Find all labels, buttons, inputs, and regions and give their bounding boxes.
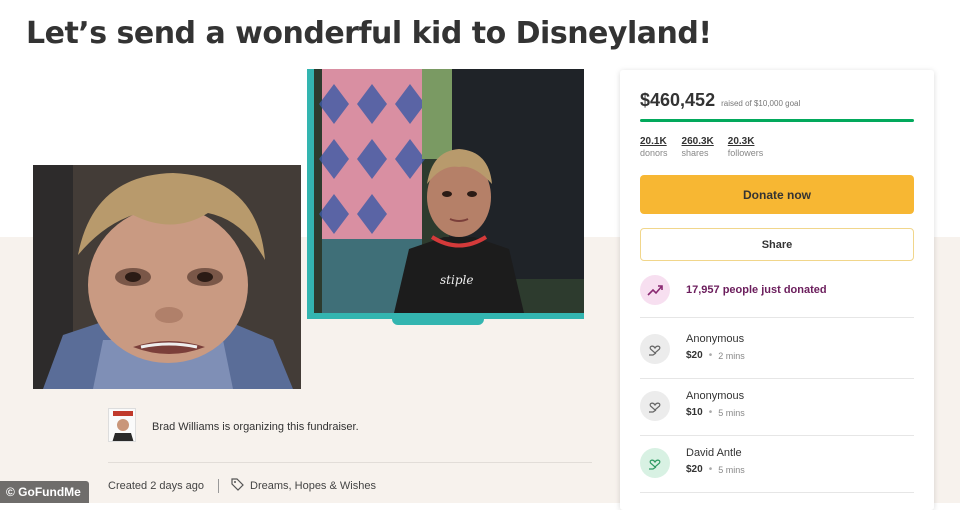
donation-item: Anonymous $20 • 2 mins: [640, 333, 745, 364]
organizer-avatar[interactable]: [108, 408, 136, 442]
donation-item: David Antle $20 • 5 mins: [640, 447, 745, 478]
gofundme-watermark: © GoFundMe: [0, 481, 89, 503]
raised-summary: $460,452 raised of $10,000 goal: [640, 90, 800, 111]
recent-donations-count: 17,957 people just donated: [686, 284, 827, 296]
created-date: Created 2 days ago: [108, 480, 205, 492]
heart-hand-icon: [640, 334, 670, 364]
stat-shares-value: 260.3K: [681, 136, 714, 147]
share-button[interactable]: Share: [640, 228, 914, 261]
photo-frame-accent: [392, 313, 484, 325]
stat-followers[interactable]: 20.3K followers: [728, 136, 764, 158]
stat-donors[interactable]: 20.1K donors: [640, 136, 668, 158]
stat-followers-label: followers: [727, 148, 764, 158]
card-divider: [640, 492, 914, 493]
raised-amount: $460,452: [640, 90, 716, 110]
tag-icon: [231, 478, 244, 494]
progress-bar: [640, 119, 914, 122]
donor-name: David Antle: [686, 447, 742, 459]
raised-goal: raised of $10,000 goal: [721, 99, 801, 108]
bullet-separator: •: [708, 464, 713, 475]
stat-shares[interactable]: 260.3K shares: [682, 136, 714, 158]
organizer-text: Brad Williams is organizing this fundrai…: [152, 421, 359, 433]
svg-text:stiple: stiple: [440, 273, 473, 287]
card-divider: [640, 435, 914, 436]
donation-time: 5 mins: [718, 407, 745, 418]
donation-time: 2 mins: [718, 350, 745, 361]
recent-donations-banner: 17,957 people just donated: [640, 275, 827, 305]
bullet-separator: •: [708, 350, 713, 361]
section-divider: [108, 462, 592, 463]
trending-up-icon: [640, 275, 670, 305]
card-divider: [640, 378, 914, 379]
bullet-separator: •: [708, 407, 713, 418]
stat-shares-label: shares: [681, 148, 709, 158]
donation-card: $460,452 raised of $10,000 goal 20.1K do…: [620, 70, 934, 510]
organizer-row: Brad Williams is organizing this fundrai…: [108, 408, 359, 442]
stat-donors-value: 20.1K: [640, 136, 667, 147]
category-link[interactable]: Dreams, Hopes & Wishes: [250, 480, 376, 492]
stat-donors-label: donors: [640, 148, 668, 158]
stats-row: 20.1K donors 260.3K shares 20.3K followe…: [640, 136, 777, 158]
donor-name: Anonymous: [686, 390, 745, 402]
donation-amount: $10: [686, 407, 703, 418]
donation-item: Anonymous $10 • 5 mins: [640, 390, 745, 421]
campaign-title: Let’s send a wonderful kid to Disneyland…: [26, 16, 712, 51]
donation-amount: $20: [686, 464, 703, 475]
donor-name: Anonymous: [686, 333, 745, 345]
campaign-photo-family[interactable]: stiple: [307, 69, 584, 319]
heart-hand-icon: [640, 448, 670, 478]
donation-amount: $20: [686, 350, 703, 361]
campaign-photo-closeup[interactable]: [33, 165, 301, 389]
campaign-meta-row: Created 2 days ago Dreams, Hopes & Wishe…: [108, 478, 376, 494]
donation-time: 5 mins: [718, 464, 745, 475]
donate-now-button[interactable]: Donate now: [640, 175, 914, 214]
card-divider: [640, 317, 914, 318]
stat-followers-value: 20.3K: [727, 136, 755, 147]
heart-hand-icon: [640, 391, 670, 421]
meta-separator: [218, 479, 220, 493]
